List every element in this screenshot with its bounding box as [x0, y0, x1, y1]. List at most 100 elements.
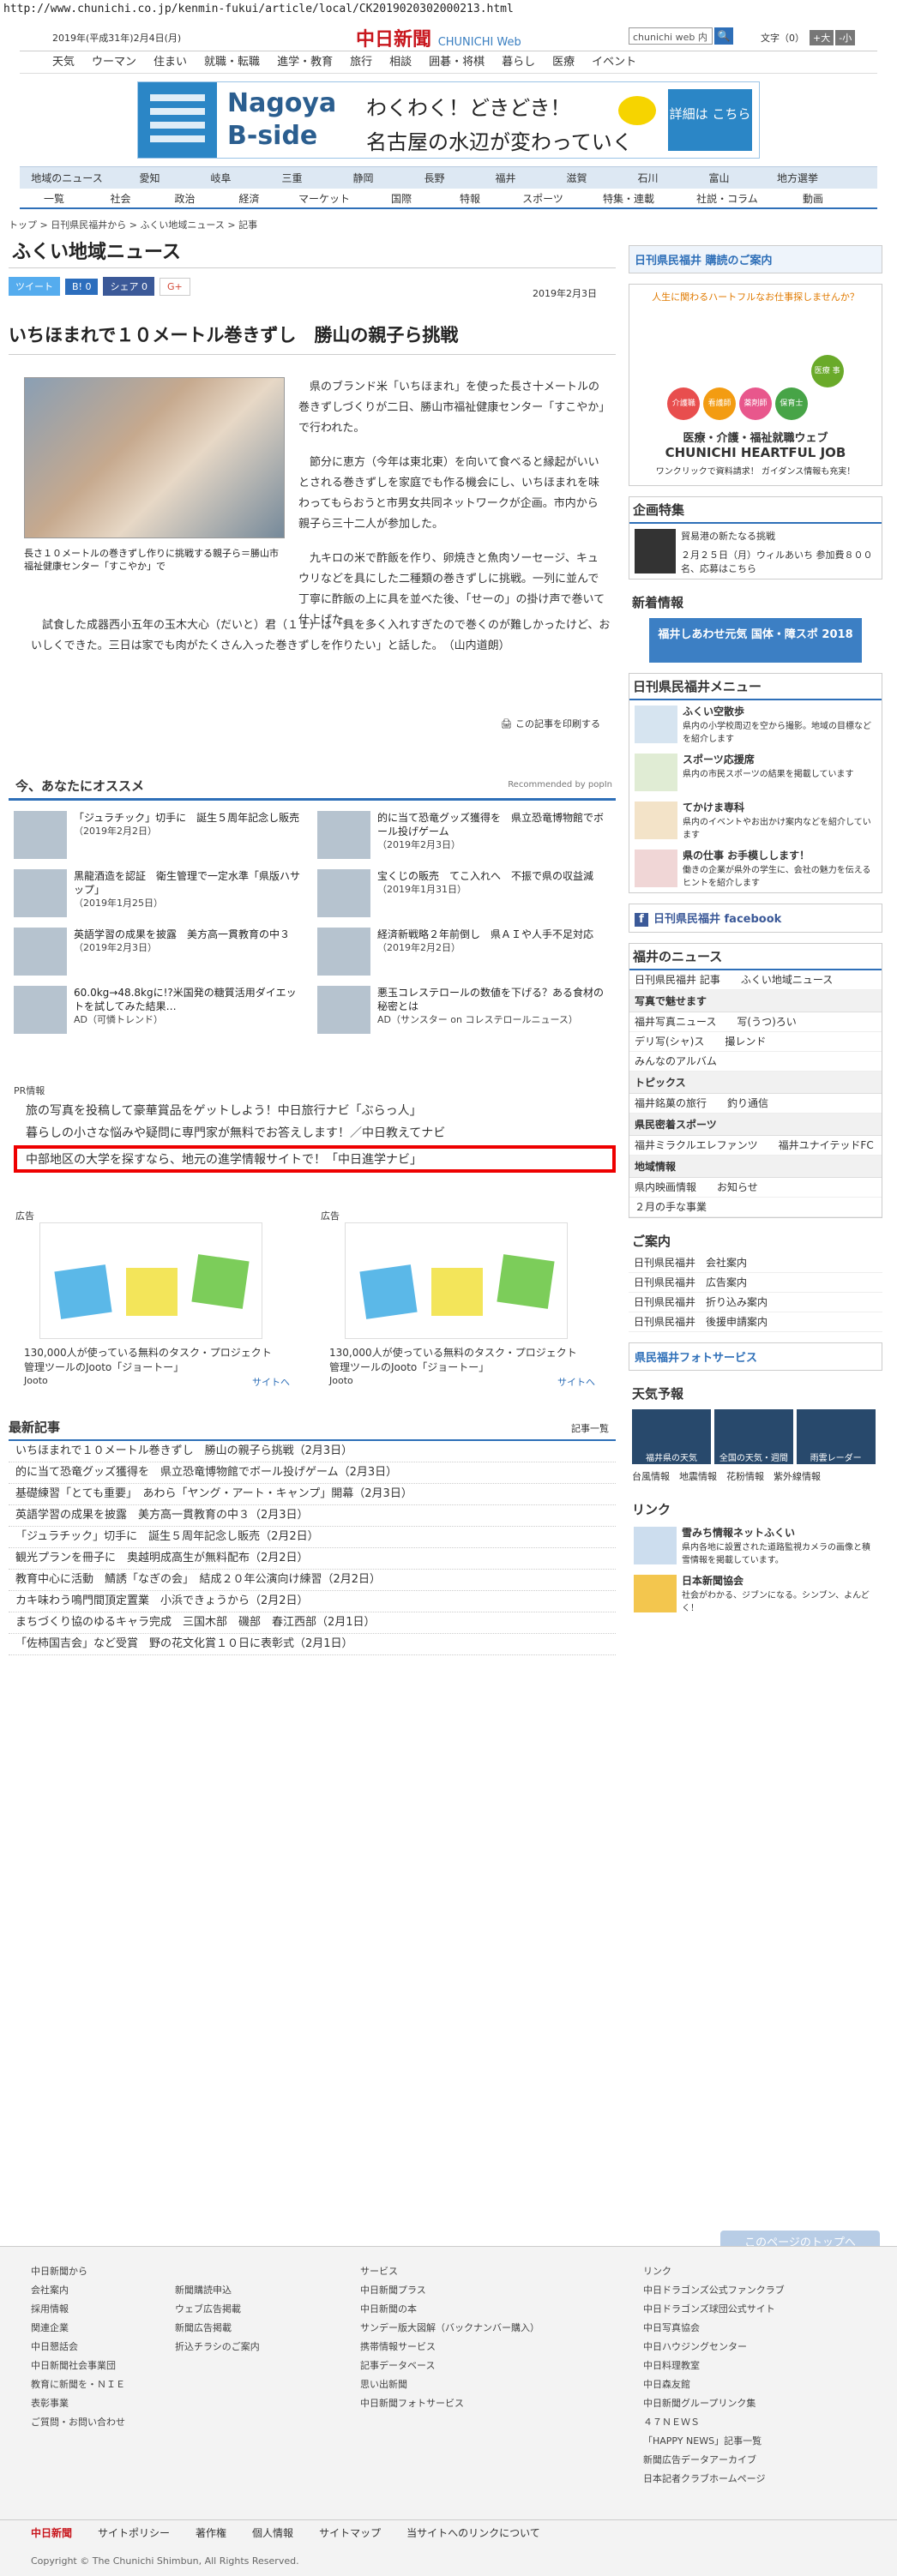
side-link[interactable]: 福井ミラクルエレファンツ 福井ユナイテッドFC	[629, 1136, 882, 1156]
footer-link[interactable]: 採用情報	[31, 2300, 125, 2319]
side-link[interactable]: 雪みち情報ネットふくい 県内各地に設置された道路監視カメラの画像と積雪情報を掲載し…	[629, 1522, 882, 1570]
side-link[interactable]: ２月の手な事業	[629, 1198, 882, 1217]
weather-sub-links[interactable]: 台風情報 地震情報 花粉情報 紫外線情報	[629, 1466, 882, 1486]
footer-link[interactable]: 中日懇話会	[31, 2338, 125, 2357]
gnav-item[interactable]: 暮らし	[502, 51, 535, 74]
footer-link[interactable]: 中日新聞グループリンク集	[643, 2394, 785, 2413]
weather-link[interactable]: 福井県の天気	[632, 1409, 711, 1464]
footer-link[interactable]: 携帯情報サービス	[360, 2338, 539, 2357]
footer-link[interactable]: 表彰事業	[31, 2394, 125, 2413]
recommend-item[interactable]: 宝くじの販売 てこ入れへ 不振で県の収益減 （2019年1月31日）	[312, 864, 612, 922]
facebook-banner[interactable]: f 日刊県民福井 facebook	[629, 904, 882, 933]
font-minus-button[interactable]: -小	[835, 30, 856, 45]
footer-link[interactable]: 新聞広告掲載	[175, 2319, 260, 2338]
ad-card[interactable]: 広告 130,000人が使っている無料のタスク・プロジェクト管理ツールのJoot…	[314, 1200, 605, 1397]
recommend-item[interactable]: 黒龍酒造を認証 衛生管理で一定水準「県版ハサップ」 （2019年1月25日）	[9, 864, 309, 922]
footer-link[interactable]: 関連企業	[31, 2319, 125, 2338]
side-link[interactable]: 日刊県民福井 会社案内	[629, 1253, 882, 1273]
footer-link[interactable]: ご質問・お問い合わせ	[31, 2413, 125, 2432]
footer-link[interactable]: 著作権	[196, 2527, 226, 2539]
breadcrumb[interactable]: トップ > 日刊県民福井から > ふくい地域ニュース > 記事	[9, 218, 616, 231]
feature-link[interactable]: 貿易港の新たなる挑戦	[681, 529, 876, 543]
recommend-item[interactable]: 「ジュラチック」切手に 誕生５周年記念し販売 （2019年2月2日）	[9, 806, 309, 864]
more-link[interactable]: 記事一覧	[571, 1421, 609, 1435]
ad-banner-nagoya[interactable]: Nagoya B-side わくわく！どきどき！ 名古屋の水辺が変わっていく 詳細…	[137, 81, 760, 159]
weather-link[interactable]: 雨雲レーダー	[796, 1409, 876, 1464]
footer-link[interactable]: 教育に新聞を・ＮＩＥ	[31, 2375, 125, 2394]
print-link[interactable]: 🖨 この記事を印刷する	[501, 717, 600, 730]
footer-link[interactable]: 日本記者クラブホームページ	[643, 2470, 785, 2489]
local-nav-item[interactable]: 長野	[399, 167, 470, 189]
gnav-item[interactable]: 相談	[389, 51, 412, 74]
cat-nav-item[interactable]: 特集・連載	[581, 189, 676, 209]
search-icon[interactable]: 🔍	[714, 27, 733, 45]
news-item[interactable]: 的に当て恐竜グッズ獲得を 県立恐竜博物館でボール投げゲーム（2月3日）	[9, 1462, 616, 1484]
pr-link[interactable]: 暮らしの小さな悩みや疑問に専門家が無料でお答えします！／中日教えてナビ	[26, 1125, 616, 1142]
recommend-item[interactable]: 英語学習の成果を披露 美方高一貫教育の中３ （2019年2月3日）	[9, 922, 309, 981]
footer-link[interactable]: 中日新聞プラス	[360, 2281, 539, 2300]
footer-link[interactable]: サイトマップ	[319, 2527, 381, 2539]
side-link[interactable]: 日刊県民福井 折り込み案内	[629, 1293, 882, 1312]
footer-link[interactable]: 当サイトへのリンクについて	[406, 2527, 540, 2539]
banner-detail-button[interactable]: 詳細は こちら	[668, 89, 752, 151]
footer-link[interactable]: 記事データベース	[360, 2357, 539, 2375]
local-nav-item[interactable]: 愛知	[114, 167, 185, 189]
news-item[interactable]: 「ジュラチック」切手に 誕生５周年記念し販売（2月2日）	[9, 1527, 616, 1548]
footer-link[interactable]: 中日新聞フォトサービス	[360, 2394, 539, 2413]
side-link[interactable]: デリ写(シャ)ス 撮レンド	[629, 1032, 882, 1052]
news-item[interactable]: 基礎練習「とても重要」 あわら「ヤング・アート・キャンプ」開幕（2月3日）	[9, 1484, 616, 1505]
news-item[interactable]: カキ味わう鳴門間頂定置業 小浜できょうから（2月2日）	[9, 1591, 616, 1612]
gnav-item[interactable]: 旅行	[350, 51, 372, 74]
news-item[interactable]: 観光プランを冊子に 奥越明成高生が無料配布（2月2日）	[9, 1548, 616, 1570]
cat-nav-item[interactable]: 一覧	[20, 189, 88, 209]
recommend-item[interactable]: 60.0kg→48.8kgに!?米国発の糖質活用ダイエットを試してみた結果… AD…	[9, 981, 309, 1039]
side-link[interactable]: みんなのアルバム	[629, 1052, 882, 1072]
gnav-item[interactable]: 囲碁・将棋	[429, 51, 485, 74]
footer-link[interactable]: サンデー版大図解（バックナンバー購入）	[360, 2319, 539, 2338]
ad-site-link[interactable]: サイトへ	[557, 1375, 595, 1389]
menu-item[interactable]: てかけま専科 県内のイベントやお出かけ案内などを紹介しています	[629, 796, 882, 844]
footer-link[interactable]: 新聞広告データアーカイブ	[643, 2451, 785, 2470]
tweet-button[interactable]: ツイート	[9, 277, 60, 296]
news-item[interactable]: まちづくり協のゆるキャラ完成 三国木部 磯部 春江西部（2月1日）	[9, 1612, 616, 1634]
job-banner[interactable]: 人生に関わるハートフルなお仕事探しませんか？ 介護職 看護師 薬剤師 保育士 医…	[629, 284, 882, 486]
local-nav-item[interactable]: 石川	[612, 167, 683, 189]
side-link[interactable]: 日刊県民福井 記事 ふくい地域ニュース	[629, 970, 882, 990]
cat-nav-item[interactable]: 国際	[367, 189, 436, 209]
recommend-item[interactable]: 悪玉コレステロールの数値を下げる？ある食材の秘密とは AD（サンスター on コレ…	[312, 981, 612, 1039]
local-nav-item[interactable]: 福井	[470, 167, 541, 189]
hatena-button[interactable]: B! 0	[65, 279, 99, 295]
footer-link[interactable]: 中日ドラゴンズ球団公式サイト	[643, 2300, 785, 2319]
cat-nav-item[interactable]: スポーツ	[504, 189, 581, 209]
gnav-item[interactable]: 天気	[52, 51, 75, 74]
footer-link[interactable]: 中日森友館	[643, 2375, 785, 2394]
cat-nav-item[interactable]: 政治	[153, 189, 217, 209]
font-plus-button[interactable]: +大	[810, 30, 834, 45]
pr-link[interactable]: 旅の写真を投稿して豪華賞品をゲットしよう！中日旅行ナビ「ぶらっ人」	[26, 1102, 616, 1120]
cat-nav-item[interactable]: 特報	[436, 189, 504, 209]
news-item[interactable]: 「佐柿国吉会」など受賞 野の花文化賞１０日に表彰式（2月1日）	[9, 1634, 616, 1655]
side-link[interactable]: 福井写真ニュース 写(うつ)ろい	[629, 1012, 882, 1032]
footer-link[interactable]: 新聞購読申込	[175, 2281, 260, 2300]
recommend-item[interactable]: 経済新戦略２年前倒し 県ＡＩや人手不足対応 （2019年2月2日）	[312, 922, 612, 981]
news-item[interactable]: 教育中心に活動 鯖誘「なぎの会」 結成２０年公演向け練習（2月2日）	[9, 1570, 616, 1591]
footer-link[interactable]: 中日ハウジングセンター	[643, 2338, 785, 2357]
menu-item[interactable]: ふくい空散歩 県内の小学校周辺を空から撮影。地域の目標などを紹介します	[629, 700, 882, 748]
local-nav-item[interactable]: 富山	[683, 167, 755, 189]
url-bar[interactable]: http://www.chunichi.co.jp/kenmin-fukui/a…	[0, 0, 897, 19]
local-nav-item[interactable]: 地方選挙	[755, 167, 840, 189]
menu-item[interactable]: 県の仕事 お手模しします！ 働きの企業が県外の学生に、会社の魅力を伝えるヒントを紹…	[629, 844, 882, 892]
footer-link[interactable]: ４７ＮＥＷＳ	[643, 2413, 785, 2432]
footer-link[interactable]: 折込チラシのご案内	[175, 2338, 260, 2357]
cat-nav-item[interactable]: 経済	[217, 189, 281, 209]
footer-link[interactable]: 「HAPPY NEWS」記事一覧	[643, 2432, 785, 2451]
cat-nav-item[interactable]: 社説・コラム	[676, 189, 779, 209]
kokutai-banner[interactable]: 福井しあわせ元気 国体・障スポ 2018	[649, 618, 862, 663]
gnav-item[interactable]: イベント	[592, 51, 636, 74]
local-nav-item[interactable]: 岐阜	[185, 167, 256, 189]
menu-item[interactable]: スポーツ応援席 県内の市民スポーツの結果を掲載しています	[629, 748, 882, 796]
photo-service-banner[interactable]: 県民福井フォトサービス	[629, 1342, 882, 1371]
footer-link[interactable]: 個人情報	[252, 2527, 293, 2539]
ad-site-link[interactable]: サイトへ	[252, 1375, 290, 1389]
side-link[interactable]: 県内映画情報 お知らせ	[629, 1178, 882, 1198]
